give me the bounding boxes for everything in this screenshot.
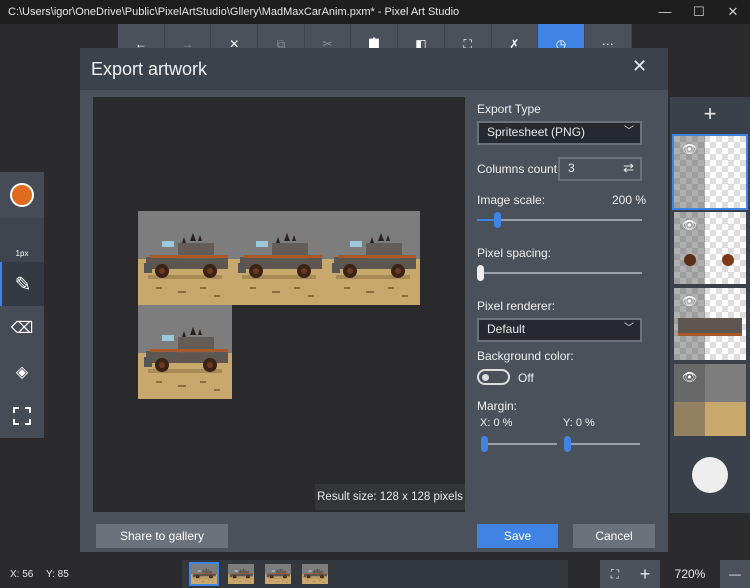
cancel-button[interactable]: Cancel xyxy=(573,524,655,548)
bg-color-state: Off xyxy=(518,371,534,385)
pencil-icon: ✎ xyxy=(15,272,32,297)
eye-icon[interactable]: 👁 xyxy=(682,370,697,384)
layer-item[interactable]: 👁 xyxy=(674,212,746,284)
eye-icon[interactable]: 👁 xyxy=(682,218,697,232)
color-picker[interactable] xyxy=(0,172,44,218)
pencil-tool[interactable]: ✎ xyxy=(0,262,44,306)
cursor-x: X: 56 xyxy=(10,569,33,580)
export-type-label: Export Type xyxy=(477,102,541,116)
sprite-frame xyxy=(138,211,232,305)
spacing-slider-track[interactable] xyxy=(477,272,642,274)
scale-value: 200 % xyxy=(612,193,646,207)
tool-panel: 1px ✎ ⌫ ◈ xyxy=(0,172,44,438)
paint-bucket-icon: ◈ xyxy=(16,362,28,382)
bg-color-toggle[interactable] xyxy=(477,369,510,385)
zoom-level: 720% xyxy=(662,560,718,588)
scale-slider-track[interactable] xyxy=(477,219,642,221)
color-swatch xyxy=(10,183,34,207)
margin-x-slider-thumb[interactable] xyxy=(481,436,488,452)
maximize-button[interactable]: ☐ xyxy=(682,0,716,24)
close-window-button[interactable]: ✕ xyxy=(716,0,750,24)
export-type-select[interactable]: Spritesheet (PNG) ﹀ xyxy=(477,121,642,145)
cursor-y: Y: 85 xyxy=(46,569,69,580)
dialog-header: Export artwork xyxy=(80,48,668,90)
columns-value: 3 xyxy=(568,161,575,175)
frame-thumbnail[interactable] xyxy=(302,564,328,584)
share-to-gallery-button[interactable]: Share to gallery xyxy=(96,524,228,548)
sprite-frame xyxy=(138,305,232,399)
save-button[interactable]: Save xyxy=(477,524,558,548)
eraser-tool[interactable]: ⌫ xyxy=(0,306,44,350)
fill-tool[interactable]: ◈ xyxy=(0,350,44,394)
sprite-frame xyxy=(232,211,326,305)
sprite-frame xyxy=(326,211,420,305)
selection-icon xyxy=(13,407,31,425)
scale-slider-thumb[interactable] xyxy=(494,212,501,228)
swap-icon: ⇄ xyxy=(623,159,634,177)
title-bar: C:\Users\igor\OneDrive\Public\PixelArtSt… xyxy=(0,0,750,24)
frames-strip xyxy=(182,560,568,588)
eraser-icon: ⌫ xyxy=(11,318,34,338)
fit-screen-icon: ⛶ xyxy=(611,567,619,581)
spacing-label: Pixel spacing: xyxy=(477,246,551,260)
select-tool[interactable] xyxy=(0,394,44,438)
eye-icon[interactable]: 👁 xyxy=(682,142,697,156)
frame-thumbnail[interactable] xyxy=(265,564,291,584)
minimize-button[interactable]: — xyxy=(648,0,682,24)
add-layer-button[interactable]: + xyxy=(670,97,750,131)
layers-panel: + 👁 👁 👁 👁 xyxy=(670,97,750,513)
result-size: Result size: 128 x 128 pixels xyxy=(315,484,465,510)
margin-y-slider-thumb[interactable] xyxy=(564,436,571,452)
close-dialog-button[interactable]: ✕ xyxy=(632,56,647,77)
spacing-slider-thumb[interactable] xyxy=(477,265,484,281)
chevron-down-icon: ﹀ xyxy=(624,320,634,338)
scale-label: Image scale: xyxy=(477,193,545,207)
fit-screen-button[interactable]: ⛶ xyxy=(600,560,630,588)
chevron-down-icon: ﹀ xyxy=(624,123,634,141)
margin-x-label: X: 0 % xyxy=(480,417,512,429)
margin-y-slider-track[interactable] xyxy=(565,443,640,445)
bg-color-label: Background color: xyxy=(477,349,574,363)
columns-label: Columns count xyxy=(477,162,557,176)
frame-thumbnail[interactable] xyxy=(191,564,217,584)
margin-x-slider-track[interactable] xyxy=(482,443,557,445)
export-dialog: Export artwork ✕ Result size: 128 x 128 … xyxy=(80,48,668,552)
export-preview: Result size: 128 x 128 pixels xyxy=(93,97,465,512)
zoom-out-button[interactable]: — xyxy=(720,560,750,588)
brush-size-label: 1px xyxy=(16,249,29,258)
renderer-value: Default xyxy=(487,322,525,336)
layer-item[interactable]: 👁 xyxy=(674,136,746,208)
layer-item[interactable]: 👁 xyxy=(674,364,746,436)
columns-input[interactable]: 3⇄ xyxy=(558,157,642,181)
renderer-label: Pixel renderer: xyxy=(477,299,555,313)
window-title: C:\Users\igor\OneDrive\Public\PixelArtSt… xyxy=(8,6,459,18)
export-type-value: Spritesheet (PNG) xyxy=(487,125,585,139)
frame-thumbnail[interactable] xyxy=(228,564,254,584)
renderer-select[interactable]: Default ﹀ xyxy=(477,318,642,342)
zoom-in-button[interactable]: + xyxy=(630,560,660,588)
layer-preview[interactable] xyxy=(692,457,728,493)
eye-icon[interactable]: 👁 xyxy=(682,294,697,308)
brush-size[interactable]: 1px xyxy=(0,218,44,262)
margin-label: Margin: xyxy=(477,399,517,413)
margin-y-label: Y: 0 % xyxy=(563,417,595,429)
status-bar: X: 56 Y: 85 ⛶ + 720% — xyxy=(0,560,750,588)
dialog-title: Export artwork xyxy=(91,59,207,79)
layer-item[interactable]: 👁 xyxy=(674,288,746,360)
